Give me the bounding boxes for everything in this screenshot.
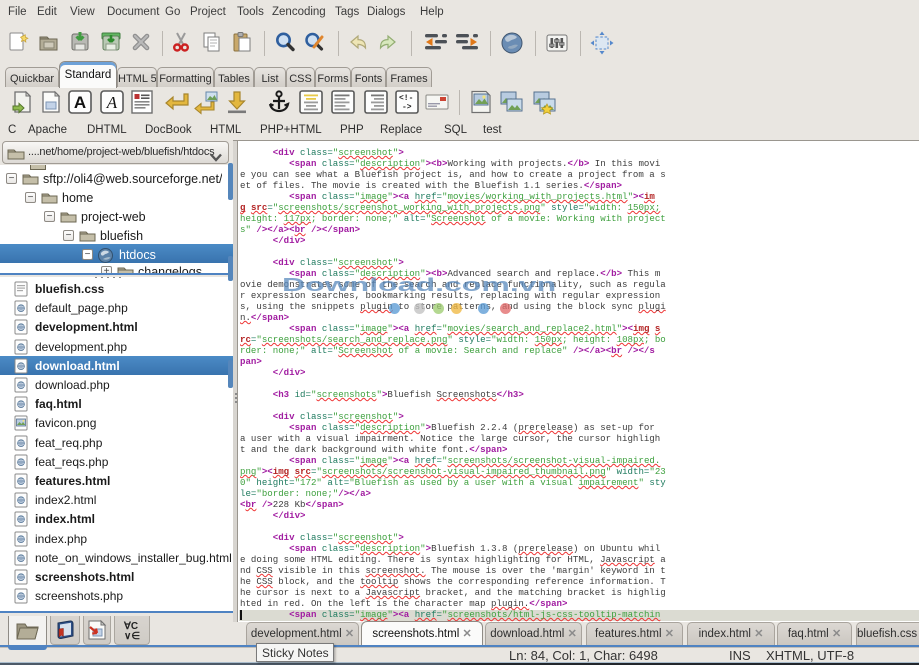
svg-text:∨∈: ∨∈	[124, 631, 140, 641]
svg-text:A: A	[74, 93, 86, 112]
svg-text:A: A	[106, 93, 118, 112]
svg-text:->: ->	[402, 103, 412, 112]
svg-text:<!-: <!-	[399, 94, 413, 103]
